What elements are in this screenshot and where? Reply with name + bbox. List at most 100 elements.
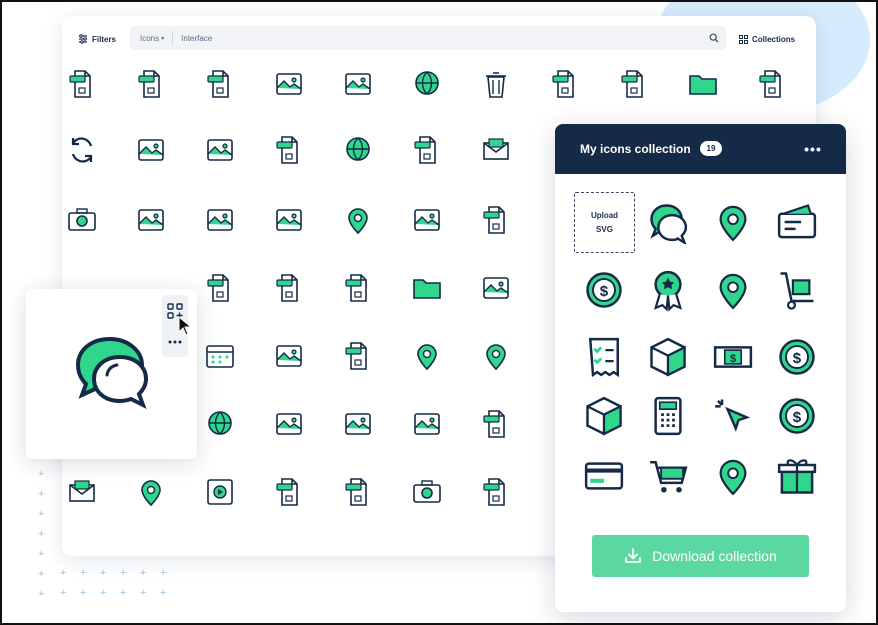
folder-icon[interactable]: [686, 67, 720, 101]
dollar-monitor-icon[interactable]: $: [581, 267, 627, 313]
chevron-down-icon: ▾: [161, 35, 165, 42]
drawing-frame-icon[interactable]: [341, 67, 375, 101]
grid-icon: [739, 34, 748, 44]
images-stack-icon[interactable]: [479, 271, 513, 305]
trash-bin-icon[interactable]: [479, 67, 513, 101]
plus-mark: +: [38, 588, 45, 600]
collections-label: Collections: [752, 34, 796, 44]
plus-mark: +: [100, 567, 107, 579]
shopping-bag-add-icon[interactable]: [710, 199, 756, 245]
file-ai-icon[interactable]: [272, 271, 306, 305]
upload-label-line1: Upload: [590, 210, 619, 220]
file-grid-icon[interactable]: [479, 407, 513, 441]
cash-bill-icon[interactable]: $: [710, 334, 756, 380]
upload-label-line2: SVG: [596, 224, 613, 234]
file-pptx-icon[interactable]: [548, 67, 582, 101]
user-portrait-icon[interactable]: [341, 407, 375, 441]
file-aac-icon[interactable]: [479, 203, 513, 237]
svg-text:$: $: [600, 283, 609, 300]
map-pin-small-icon[interactable]: [134, 475, 168, 509]
file-doc-icon[interactable]: [341, 271, 375, 305]
mail-open-icon[interactable]: [479, 133, 513, 167]
location-pin-icon[interactable]: [710, 453, 756, 499]
wallet-cards-icon[interactable]: [774, 199, 820, 245]
hand-truck-icon[interactable]: [774, 267, 820, 313]
folder-open-icon[interactable]: [410, 271, 444, 305]
file-wmv-icon[interactable]: [134, 67, 168, 101]
globe-stand-icon[interactable]: [410, 67, 444, 101]
calendar-icon[interactable]: [203, 339, 237, 373]
map-pin-folded-icon[interactable]: [410, 339, 444, 373]
mouse-cursor-icon: [178, 316, 193, 336]
search-icon[interactable]: [702, 33, 726, 43]
download-icon: [625, 548, 642, 563]
calculator-icon[interactable]: [645, 393, 691, 439]
search-input[interactable]: [173, 33, 702, 43]
network-nodes-icon[interactable]: [272, 407, 306, 441]
globe-icon[interactable]: [341, 133, 375, 167]
photo-gallery-icon[interactable]: [410, 407, 444, 441]
file-mid-icon[interactable]: [272, 133, 306, 167]
cursor-click-icon[interactable]: [710, 393, 756, 439]
landscape-frame-icon[interactable]: [272, 203, 306, 237]
coin-stack-icon[interactable]: $: [774, 334, 820, 380]
type-select[interactable]: Icons ▾: [130, 31, 174, 45]
cloud-network-icon[interactable]: [134, 133, 168, 167]
payment-terminal-icon[interactable]: [203, 203, 237, 237]
collection-header: My icons collection 19 •••: [555, 124, 846, 174]
sliders-icon: [79, 34, 87, 44]
plus-mark: +: [160, 587, 167, 599]
file-wav-icon[interactable]: [65, 67, 99, 101]
credit-card-icon[interactable]: [581, 453, 627, 499]
camera-icon[interactable]: [65, 203, 99, 237]
upload-svg-button[interactable]: Upload SVG: [574, 192, 635, 253]
file-ptx-icon[interactable]: [341, 475, 375, 509]
file-exe-icon[interactable]: [341, 339, 375, 373]
cart-download-icon[interactable]: [645, 453, 691, 499]
plus-mark: +: [60, 587, 67, 599]
icon-detail-card: [26, 289, 197, 459]
browser-globe-icon[interactable]: [134, 203, 168, 237]
compass-star-icon[interactable]: [410, 203, 444, 237]
document-stack-icon[interactable]: [272, 67, 306, 101]
award-badge-icon[interactable]: [645, 267, 691, 313]
plus-mark: +: [120, 587, 127, 599]
file-mp3-icon[interactable]: [272, 475, 306, 509]
collections-button[interactable]: Collections: [739, 30, 795, 48]
collection-title: My icons collection: [580, 142, 691, 156]
plus-mark: +: [120, 567, 127, 579]
toolbar: Filters Icons ▾ Collections: [62, 16, 816, 61]
image-frame-icon[interactable]: [203, 133, 237, 167]
file-aiff-icon[interactable]: [203, 67, 237, 101]
file-m4a-icon[interactable]: [203, 271, 237, 305]
gift-box-icon[interactable]: [774, 453, 820, 499]
package-box-icon[interactable]: [645, 334, 691, 380]
plus-mark: +: [38, 508, 45, 520]
file-mpeg-icon[interactable]: [755, 67, 789, 101]
file-dpt-icon[interactable]: [617, 67, 651, 101]
download-collection-button[interactable]: Download collection: [592, 535, 809, 577]
plus-mark: +: [140, 587, 147, 599]
collection-menu-button[interactable]: •••: [803, 140, 823, 158]
dollar-coin-icon[interactable]: $: [774, 393, 820, 439]
globe-small-icon[interactable]: [203, 407, 237, 441]
sliders-pins-icon[interactable]: [479, 339, 513, 373]
plus-mark: +: [160, 567, 167, 579]
file-nmo-icon[interactable]: [410, 133, 444, 167]
filters-button[interactable]: Filters: [78, 30, 116, 48]
collection-panel: My icons collection 19 ••• Upload SVG $ $…: [555, 124, 846, 612]
file-video-icon[interactable]: [479, 475, 513, 509]
location-pin-icon[interactable]: [341, 203, 375, 237]
plus-mark: +: [100, 587, 107, 599]
receipt-checklist-icon[interactable]: [581, 334, 627, 380]
chat-bubbles-icon[interactable]: [645, 199, 691, 245]
video-film-icon[interactable]: [203, 475, 237, 509]
fast-mail-icon[interactable]: [65, 475, 99, 509]
delivery-box-icon[interactable]: [581, 393, 627, 439]
refresh-icon[interactable]: [65, 133, 99, 167]
shopping-cart-icon[interactable]: [710, 267, 756, 313]
camera-compact-icon[interactable]: [410, 475, 444, 509]
svg-text:$: $: [793, 350, 802, 367]
filters-label: Filters: [92, 34, 117, 44]
hierarchy-icon[interactable]: [272, 339, 306, 373]
